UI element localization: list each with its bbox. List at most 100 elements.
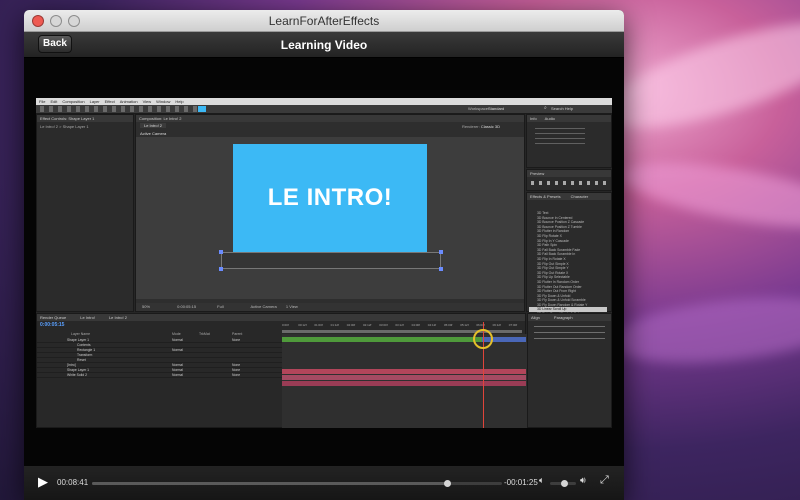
timeline-ruler[interactable]: 0:00f 00:12f 01:00f 01:12f 02:00f 02:12f 03:00… (282, 322, 527, 330)
info-panel: Info Audio (526, 114, 612, 168)
effect-controls-panel: Effect Controls: Shape Layer 1 Le Intro!… (36, 114, 134, 312)
effect-controls-tab[interactable]: Effect Controls: Shape Layer 1 (37, 115, 133, 122)
ruler-tick-label: 03:12f (395, 323, 404, 327)
ae-menubar: File Edit Composition Layer Effect Animation V… (36, 98, 612, 105)
composition-canvas[interactable]: LE INTRO! (136, 137, 524, 299)
align-tab[interactable]: Align (531, 315, 540, 320)
paragraph-tab[interactable]: Paragraph (554, 315, 573, 320)
ae-menu-item[interactable]: Edit (50, 99, 57, 104)
ae-menu-item[interactable]: View (143, 99, 152, 104)
ae-menu-item[interactable]: Animation (120, 99, 138, 104)
layer-row[interactable]: White Solid 2 Normal None (37, 373, 282, 378)
preview-controls (531, 181, 607, 185)
camera-label: Active Camera (140, 131, 167, 136)
app-toolbar: Back Learning Video (24, 32, 624, 58)
preview-tab[interactable]: Preview (527, 170, 611, 177)
timeline-track-area[interactable] (282, 322, 527, 428)
layer-name: White Solid 2 (67, 373, 87, 377)
layer-bar-solid[interactable] (282, 381, 526, 386)
ruler-tick-label: 04:12f (427, 323, 437, 327)
timeline-panel: Render Queue Le Intro! Le Intro! 2 0:00:05… (36, 313, 527, 428)
snap-swatch (198, 106, 206, 112)
close-button[interactable] (32, 15, 44, 27)
video-frame[interactable]: File Edit Composition Layer Effect Animation V… (24, 58, 624, 466)
composition-tab[interactable]: Composition: Le Intro! 2 (136, 115, 524, 122)
timeline-tab[interactable]: Le Intro! 2 (109, 315, 127, 320)
ruler-tick-label: 02:12f (363, 323, 372, 327)
ae-menu-item[interactable]: Help (175, 99, 183, 104)
effects-presets-tab[interactable]: Effects & Presets (530, 194, 561, 199)
layer-bar-intro[interactable] (282, 369, 526, 374)
ruler-tick-label: 03:00f (379, 323, 388, 327)
layer-column-headers: Layer Name Mode TrkMat Parent (37, 332, 282, 337)
ae-menu-item[interactable]: Composition (62, 99, 84, 104)
composition-footer: 50% 0:00:05:15 Full Active Camera 1 View (136, 303, 524, 311)
layer-bar-shape-green[interactable] (282, 337, 482, 342)
timeline-tab[interactable]: Render Queue (40, 315, 66, 320)
ruler-tick-label: 06:12f (492, 323, 501, 327)
volume-slider[interactable] (550, 480, 576, 487)
view-count-value[interactable]: 1 View (286, 304, 298, 309)
timeline-timecode[interactable]: 0:00:05:15 (40, 322, 64, 328)
search-icon: ⌕ (544, 105, 547, 111)
layer-handle (219, 267, 223, 271)
timeline-tabs: Render Queue Le Intro! Le Intro! 2 (37, 314, 525, 321)
progress-track[interactable] (92, 480, 502, 487)
renderer-label: Renderer: Classic 3D (461, 124, 500, 129)
search-help-field[interactable]: Search Help (551, 106, 573, 111)
play-icon[interactable]: ▶ (38, 474, 48, 490)
layer-name-header: Layer Name (71, 332, 91, 336)
volume-low-icon[interactable]: 🔈︎ (539, 475, 544, 486)
layer-handle (439, 250, 443, 254)
zoom-button[interactable] (68, 15, 80, 27)
ae-menu-item[interactable]: File (39, 99, 45, 104)
fullscreen-icon[interactable]: ⤢ (600, 474, 609, 487)
after-effects-screenshot: File Edit Composition Layer Effect Animation V… (36, 98, 612, 428)
ruler-tick-label: 05:00f (444, 323, 453, 327)
align-panel: Align Paragraph (527, 313, 612, 428)
align-panel-tabs: Align Paragraph (528, 314, 611, 321)
ae-menu-item[interactable]: Layer (90, 99, 100, 104)
zoom-value[interactable]: 50% (142, 304, 150, 309)
ruler-tick-label: 01:00f (314, 323, 323, 327)
trkmat-header: TrkMat (199, 332, 210, 336)
composition-subtab[interactable]: Le Intro! 2 (140, 123, 167, 128)
app-window: LearnForAfterEffects Back Learning Video… (24, 10, 624, 500)
ae-toolbar: Workspace: Standard ⌕ Search Help (36, 105, 612, 114)
ae-menu-item[interactable]: Effect (105, 99, 115, 104)
audio-tab[interactable]: Audio (545, 116, 555, 121)
volume-thumb[interactable] (560, 480, 568, 487)
minimize-button[interactable] (50, 15, 62, 27)
character-tab[interactable]: Character (571, 194, 589, 199)
timecode-footer[interactable]: 0:00:05:15 (177, 304, 196, 309)
effect-controls-breadcrumb: Le Intro! 2 > Shape Layer 1 (40, 124, 89, 129)
workspace-value: Standard (488, 106, 505, 111)
info-panel-tabs: Info Audio (527, 115, 611, 122)
timeline-tab[interactable]: Le Intro! (80, 315, 95, 320)
effects-presets-panel: Effects & Presets Character 3D Text 3D Bou… (526, 192, 612, 325)
volume-high-icon[interactable]: 🔊︎ (580, 475, 586, 486)
resolution-value[interactable]: Full (217, 304, 223, 309)
info-readout (535, 126, 585, 144)
camera-view-value[interactable]: Active Camera (251, 304, 277, 309)
progress-thumb[interactable] (443, 480, 451, 487)
parent-header: Parent (232, 332, 243, 336)
info-tab[interactable]: Info (530, 116, 537, 121)
layer-handle (439, 267, 443, 271)
layer-mode[interactable]: Normal (172, 373, 183, 378)
layer-bar-shape[interactable] (282, 375, 526, 380)
ae-menu-item[interactable]: Window (156, 99, 170, 104)
composition-panel: Composition: Le Intro! 2 Le Intro! 2 Ren… (135, 114, 525, 312)
wallpaper-streak (617, 149, 800, 241)
workspace-label: Workspace: (468, 106, 490, 111)
ruler-tick-label: 01:12f (330, 323, 339, 327)
ruler-tick-label: 05:12f (460, 323, 469, 327)
layer-parent[interactable]: None (232, 373, 240, 378)
ruler-tick-label: 00:12f (298, 323, 307, 327)
ruler-tick-label: 0:00f (282, 323, 289, 327)
window-title: LearnForAfterEffects (268, 14, 380, 28)
elapsed-time: 00:08:41 (57, 478, 89, 487)
highlight-circle (473, 329, 493, 349)
progress-fill (92, 482, 448, 485)
intro-title-card: LE INTRO! (233, 144, 427, 252)
